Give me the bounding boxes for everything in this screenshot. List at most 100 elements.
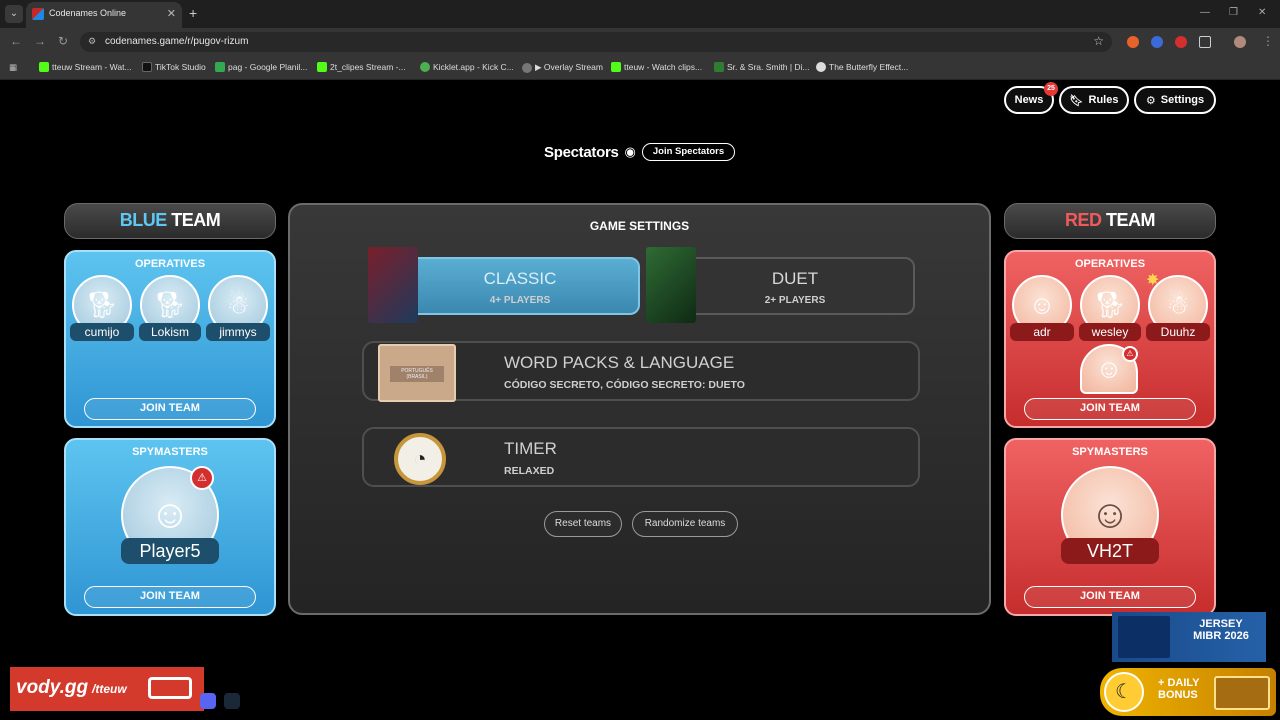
bookmark-item[interactable]: Sr. & Sra. Smith | Di... xyxy=(714,62,810,72)
red-team-color-word: RED xyxy=(1064,210,1102,230)
kicklet-icon xyxy=(420,62,430,72)
vody-username: /tteuw xyxy=(92,682,127,696)
blue-join-operatives-button[interactable]: JOIN TEAM xyxy=(84,398,256,420)
extension-icon[interactable] xyxy=(1175,36,1187,48)
spectators-section: Spectators ◉ Join Spectators xyxy=(544,143,736,161)
word-packs-value: CÓDIGO SECRETO, CÓDIGO SECRETO: DUETO xyxy=(504,379,745,391)
bookmark-item[interactable]: pag - Google Planil... xyxy=(215,62,307,72)
treasure-chest-icon xyxy=(1214,676,1270,710)
red-spymasters-card: SPYMASTERS ☺ VH2T JOIN TEAM xyxy=(1004,438,1216,616)
taskbar-icons xyxy=(200,693,240,709)
red-join-spymasters-button[interactable]: JOIN TEAM xyxy=(1024,586,1196,608)
word-pack-box-label: PORTUGUÊS (BRASIL) xyxy=(390,366,444,382)
moon-logo-icon: ☾ xyxy=(1104,672,1144,712)
extension-icon[interactable] xyxy=(1127,36,1139,48)
browser-tab[interactable]: Codenames Online ✕ xyxy=(26,2,182,28)
forward-icon[interactable]: → xyxy=(34,34,46,48)
operative-name: Duuhz xyxy=(1146,323,1210,341)
bookmark-item[interactable]: The Butterfly Effect... xyxy=(816,62,908,72)
discord-icon[interactable] xyxy=(200,693,216,709)
snowman-avatar-icon: ☃ xyxy=(226,289,250,320)
blue-spymasters-title: SPYMASTERS xyxy=(132,446,208,458)
maximize-icon[interactable]: ❐ xyxy=(1229,7,1238,18)
site-info-icon[interactable]: ⚙ xyxy=(88,36,100,48)
bookmark-item[interactable]: Kicklet.app - Kick C... xyxy=(420,62,514,72)
randomize-teams-button[interactable]: Randomize teams xyxy=(632,511,738,537)
mode-players: 2+ PLAYERS xyxy=(764,295,826,306)
news-count-badge: 25 xyxy=(1044,82,1058,96)
steam-icon[interactable] xyxy=(224,693,240,709)
codenames-page: News 25 🔖︎ Rules ⚙ Settings Spectators ◉… xyxy=(0,81,1280,720)
bookmark-label: The Butterfly Effect... xyxy=(829,62,909,72)
browser-menu-icon[interactable]: ⋮ xyxy=(1262,34,1274,48)
tiktok-icon xyxy=(142,62,152,72)
mode-name: DUET xyxy=(771,269,819,288)
kick-icon xyxy=(39,62,49,72)
blue-join-spymasters-button[interactable]: JOIN TEAM xyxy=(84,586,256,608)
globe-icon xyxy=(522,62,532,73)
daily-bonus-overlay: ☾ + DAILY BONUS xyxy=(1100,668,1276,716)
tab-title: Codenames Online xyxy=(49,8,127,18)
player-photo xyxy=(1118,616,1170,658)
red-spymasters-title: SPYMASTERS xyxy=(1072,446,1148,458)
profile-avatar[interactable] xyxy=(1234,36,1246,48)
woman-avatar-icon: ☺ xyxy=(1089,492,1131,537)
game-settings-panel: GAME SETTINGS CLASSIC 4+ PLAYERS DUET 2+… xyxy=(288,203,991,615)
bookmark-icon: 🔖︎ xyxy=(1069,94,1084,107)
bookmark-label: TikTok Studio xyxy=(155,62,206,72)
red-operatives-title: OPERATIVES xyxy=(1074,258,1146,270)
timer-value: RELAXED xyxy=(504,465,555,477)
new-tab-button[interactable]: + xyxy=(189,5,197,21)
url-text[interactable]: codenames.game/r/pugov-rizum xyxy=(105,36,248,47)
star-burst-icon: ✸ xyxy=(1146,272,1160,289)
bookmark-label: 2t_clipes Stream -... xyxy=(330,62,406,72)
duet-mode-option[interactable]: DUET 2+ PLAYERS xyxy=(675,257,915,315)
back-icon[interactable]: ← xyxy=(10,34,22,48)
blue-team-header: BLUE TEAM xyxy=(64,203,276,239)
url-bar[interactable]: ⚙ codenames.game/r/pugov-rizum ☆ xyxy=(80,32,1112,52)
bookmark-label: Sr. & Sra. Smith | Di... xyxy=(727,62,810,72)
rules-label: Rules xyxy=(1088,94,1119,106)
timer-option[interactable]: ◔ TIMER RELAXED xyxy=(362,427,920,487)
apps-grid-icon[interactable]: ▦ xyxy=(9,62,17,73)
red-operatives-card: OPERATIVES ☺ 🐕︎ ☃ ✸ adr wesley Duuhz ☺ ⚠… xyxy=(1004,250,1216,428)
extensions-puzzle-icon[interactable] xyxy=(1199,36,1211,48)
bookmark-item[interactable]: tteuw Stream - Wat... xyxy=(39,62,132,72)
gear-icon: ⚙ xyxy=(1145,94,1156,107)
reload-icon[interactable]: ↻ xyxy=(58,34,68,48)
operative-name: jimmys xyxy=(206,323,270,341)
blue-team-color-word: BLUE xyxy=(119,210,168,230)
minimize-icon[interactable]: — xyxy=(1200,7,1210,18)
red-team-header: RED TEAM xyxy=(1004,203,1216,239)
eye-icon: ◉ xyxy=(624,144,636,159)
join-spectators-button[interactable]: Join Spectators xyxy=(641,143,736,161)
news-button[interactable]: News 25 xyxy=(1004,82,1058,114)
bookmark-star-icon[interactable]: ☆ xyxy=(1093,34,1104,48)
reset-teams-button[interactable]: Reset teams xyxy=(544,511,622,537)
bookmark-item[interactable]: TikTok Studio xyxy=(142,62,206,72)
extension-icon[interactable] xyxy=(1151,36,1163,48)
bookmark-item[interactable]: ▶ Overlay Stream xyxy=(522,62,603,73)
dog-avatar-icon: 🐕︎ xyxy=(153,289,187,320)
bookmark-item[interactable]: 2t_clipes Stream -... xyxy=(317,62,406,72)
tab-search-button[interactable]: ⌄ xyxy=(5,5,23,23)
game-settings-title: GAME SETTINGS xyxy=(589,219,690,233)
close-tab-icon[interactable]: ✕ xyxy=(167,7,176,20)
disconnected-icon: ⚠ xyxy=(1122,346,1138,362)
word-packs-option[interactable]: PORTUGUÊS (BRASIL) WORD PACKS & LANGUAGE… xyxy=(362,341,920,402)
close-window-icon[interactable]: ✕ xyxy=(1258,7,1266,18)
dog-avatar-icon: 🐕︎ xyxy=(1093,289,1127,320)
rules-button[interactable]: 🔖︎ Rules xyxy=(1059,86,1129,114)
mibr-jersey-promo: JERSEY MIBR 2026 xyxy=(1112,612,1266,662)
red-join-operatives-button[interactable]: JOIN TEAM xyxy=(1024,398,1196,420)
explorer-avatar-icon: ☺ xyxy=(149,492,191,537)
bookmark-item[interactable]: tteuw - Watch clips... xyxy=(611,62,702,72)
bookmark-label: Kicklet.app - Kick C... xyxy=(433,62,514,72)
classic-mode-option[interactable]: CLASSIC 4+ PLAYERS xyxy=(400,257,640,315)
word-pack-box: PORTUGUÊS (BRASIL) xyxy=(378,344,456,402)
kick-icon xyxy=(611,62,621,72)
bonus-text: + DAILY BONUS xyxy=(1158,677,1200,701)
woman-avatar-icon: ☺ xyxy=(1028,289,1056,320)
blue-operatives-title: OPERATIVES xyxy=(134,258,206,270)
settings-button[interactable]: ⚙ Settings xyxy=(1134,86,1216,114)
